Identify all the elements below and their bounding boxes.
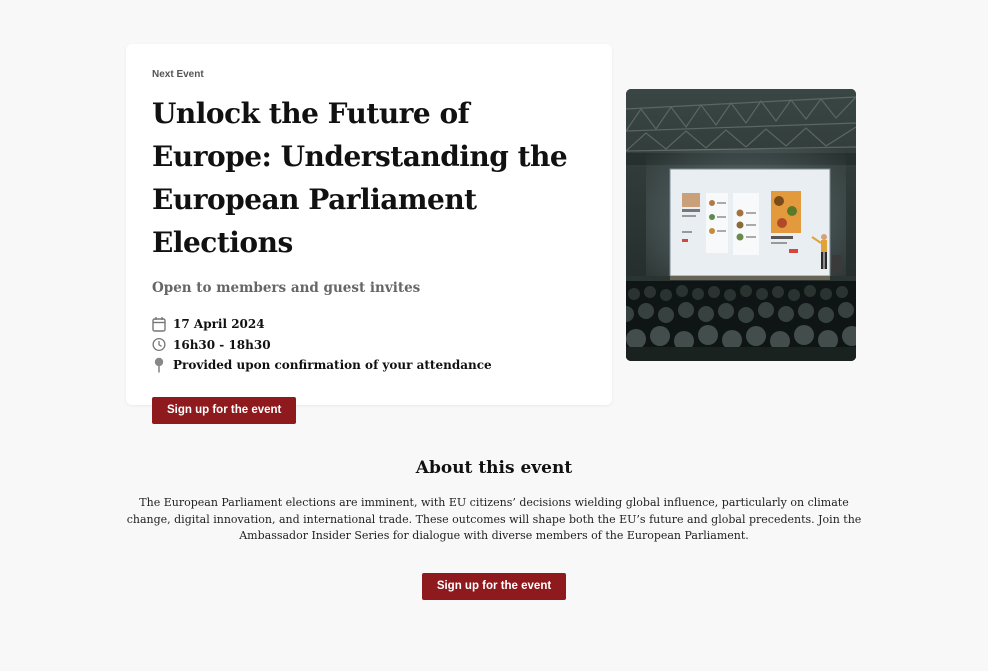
event-location-row: Provided upon confirmation of your atten…: [152, 355, 586, 376]
eyebrow-label: Next Event: [152, 69, 204, 80]
event-date-row: 17 April 2024: [152, 314, 586, 335]
event-photo: [626, 89, 856, 361]
about-title: About this event: [415, 458, 573, 478]
event-subtitle: Open to members and guest invites: [152, 280, 421, 296]
event-date: 17 April 2024: [173, 317, 265, 332]
event-time-row: 16h30 - 18h30: [152, 335, 586, 356]
about-description: The European Parliament elections are im…: [126, 496, 862, 542]
event-location: Provided upon confirmation of your atten…: [173, 358, 492, 373]
about-signup-button[interactable]: Sign up for the event: [421, 573, 567, 600]
map-pin-icon: [152, 357, 166, 373]
event-time: 16h30 - 18h30: [173, 337, 271, 352]
event-title: Unlock the Future of Europe: Understandi…: [152, 97, 568, 259]
clock-icon: [152, 337, 166, 353]
event-card: Next Event Unlock the Future of Europe: …: [126, 44, 612, 424]
calendar-icon: [152, 316, 166, 332]
signup-button[interactable]: Sign up for the event: [152, 396, 297, 424]
about-signup-wrapper: Sign up for the event: [0, 573, 988, 600]
